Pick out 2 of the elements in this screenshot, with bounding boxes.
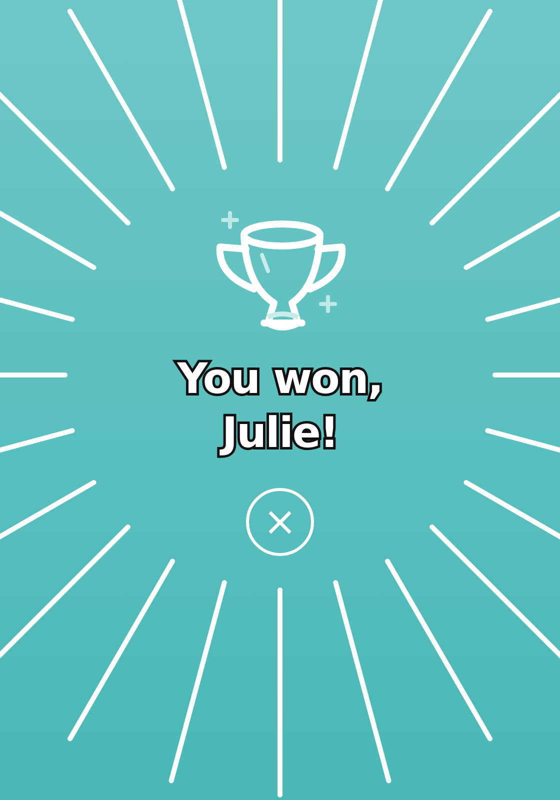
close-button[interactable]: × xyxy=(246,488,314,556)
win-message: You won, Julie! xyxy=(176,353,384,459)
